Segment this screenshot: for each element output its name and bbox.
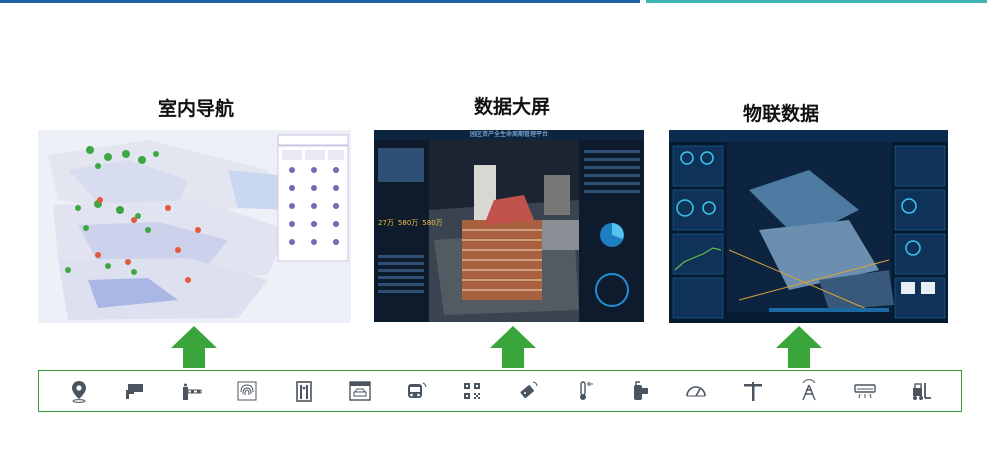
thermometer-icon — [572, 379, 596, 403]
indoor-navigation-screenshot[interactable] — [38, 130, 351, 323]
top-accent-bar-secondary — [646, 0, 987, 3]
arrow-up-icon — [490, 326, 536, 368]
security-door-icon — [292, 379, 316, 403]
iot-data-screenshot[interactable] — [669, 130, 948, 323]
dashboard-header: 园区资产全生命周期管理平台 — [374, 130, 644, 140]
rfid-tag-icon — [516, 379, 540, 403]
stat-value: 27万 — [378, 219, 394, 227]
bus-icon — [404, 379, 428, 403]
tower-crane-icon — [741, 379, 765, 403]
device-icon-bar — [38, 370, 962, 412]
fire-extinguisher-icon — [628, 379, 652, 403]
speedometer-icon — [684, 379, 708, 403]
section-title-iot-data: 物联数据 — [742, 103, 819, 125]
arrow-up-icon — [776, 326, 822, 368]
arrow-up-icon — [171, 326, 217, 368]
section-title-data-screen: 数据大屏 — [473, 96, 550, 118]
indoor-map — [38, 130, 351, 323]
stat-value: 580万 — [397, 219, 419, 227]
cctv-camera-icon — [123, 379, 147, 403]
barrier-gate-icon — [179, 379, 203, 403]
section-title-indoor-navigation: 室内导航 — [157, 98, 234, 120]
stat-value: 580万 — [422, 219, 443, 227]
antenna-tower-icon — [797, 379, 821, 403]
air-conditioner-icon — [853, 379, 877, 403]
data-screen-screenshot[interactable]: 园区资产全生命周期管理平台 27万 580万 580万 — [374, 130, 644, 322]
iot-dashboard — [669, 130, 948, 323]
forklift-icon — [909, 379, 933, 403]
parking-garage-icon — [348, 379, 372, 403]
top-accent-bar — [0, 0, 640, 3]
location-pin-icon — [67, 379, 91, 403]
qr-code-icon — [460, 379, 484, 403]
fingerprint-icon — [235, 379, 259, 403]
city-3d-scene — [374, 140, 644, 322]
